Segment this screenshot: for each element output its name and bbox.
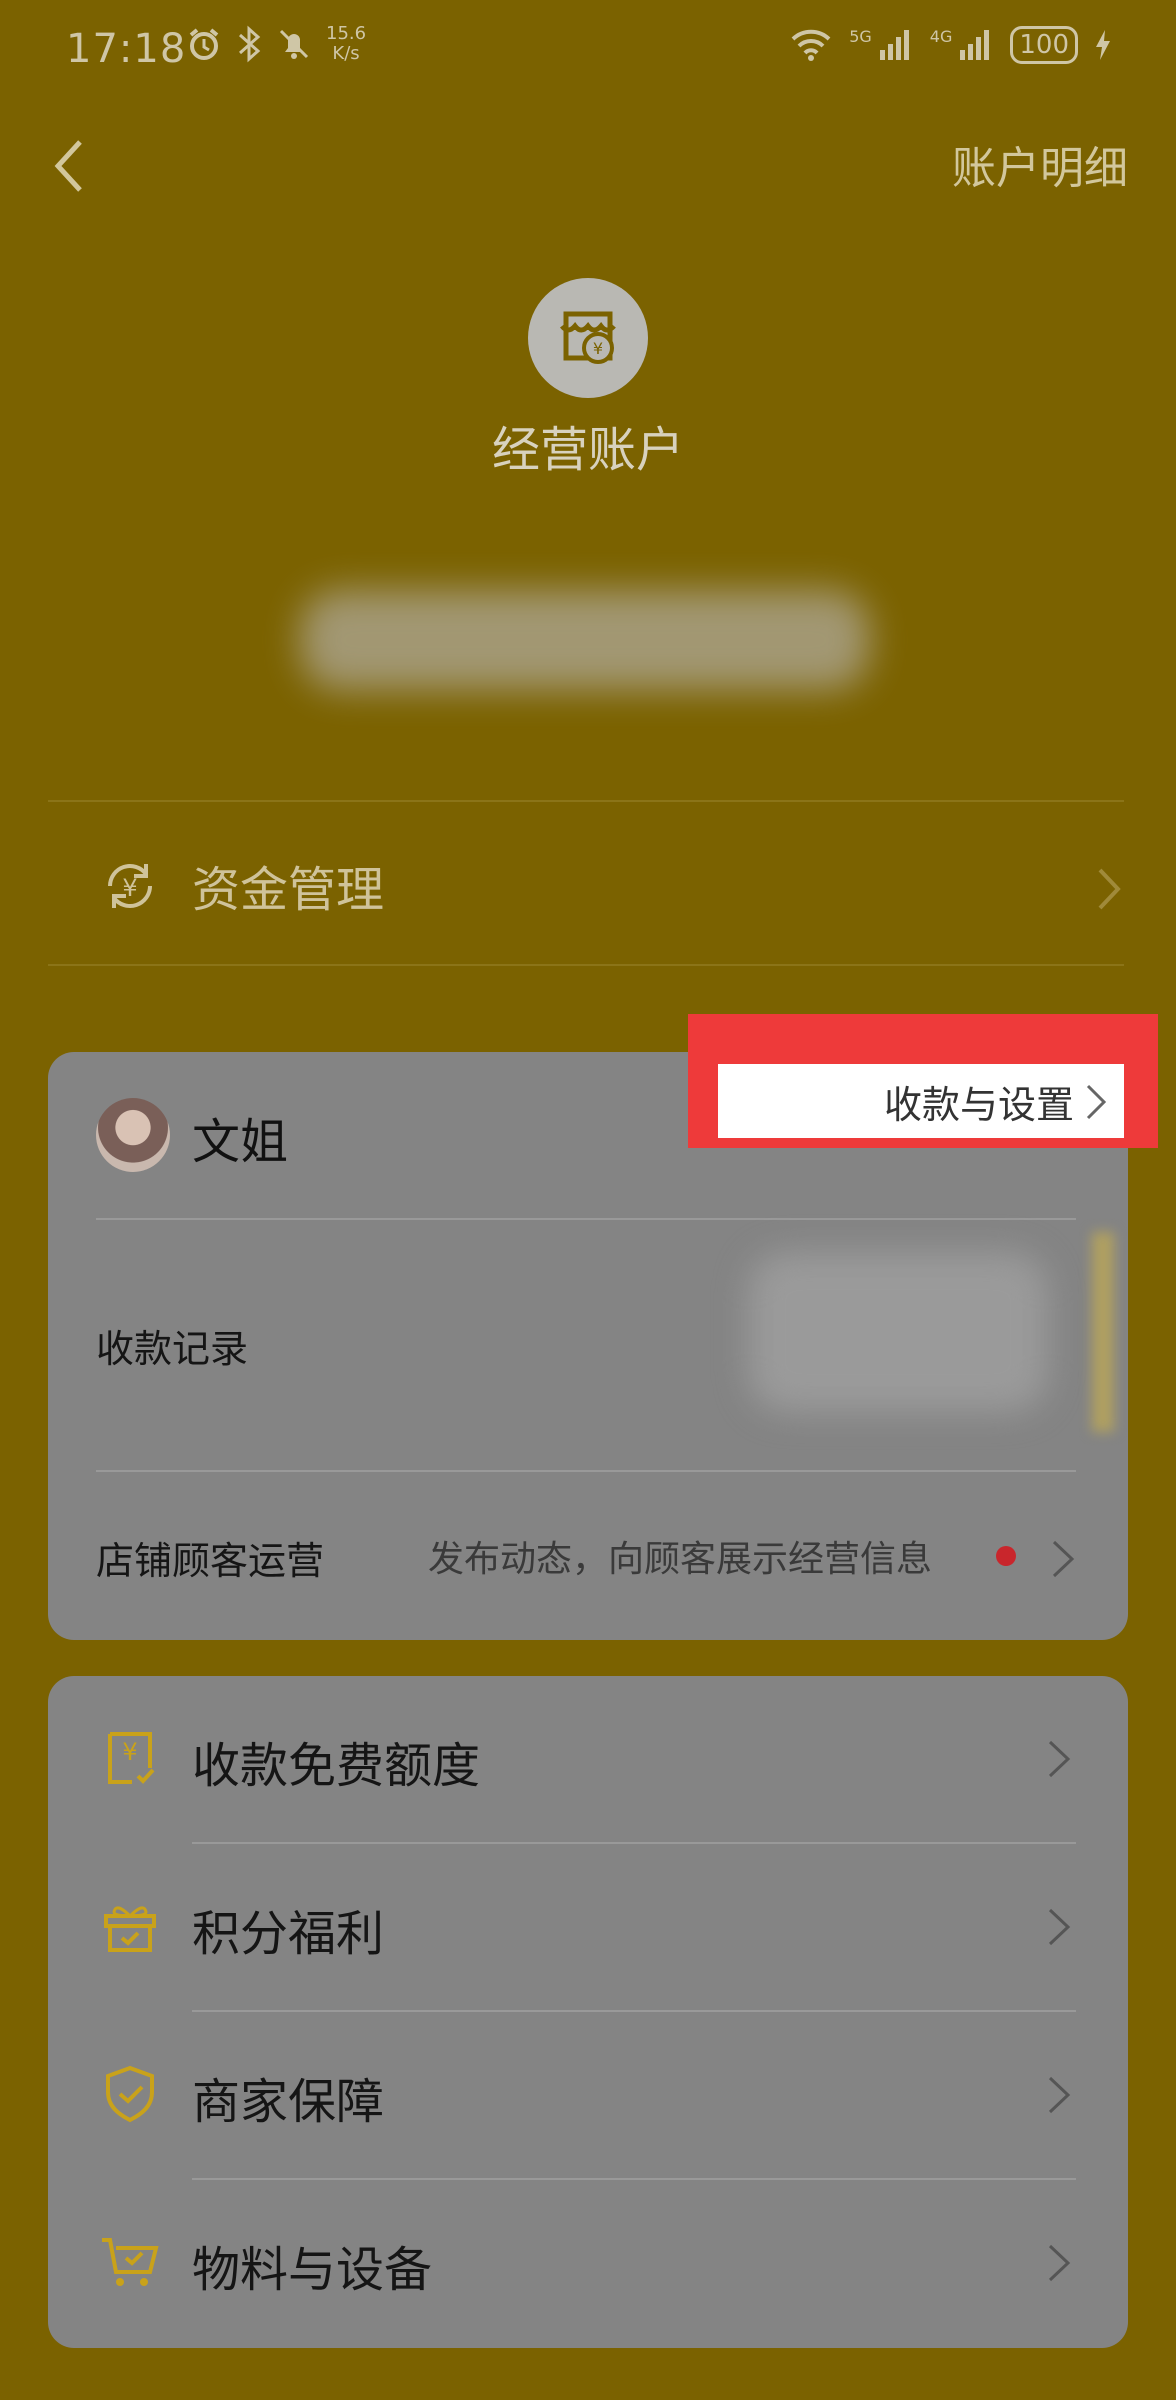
chevron-right-icon xyxy=(1086,1084,1107,1120)
records-blurred-edge xyxy=(1092,1232,1114,1432)
account-icon: ¥ xyxy=(528,278,648,398)
menu-item-materials-equipment[interactable]: 物料与设备 xyxy=(48,2180,1128,2348)
charging-icon xyxy=(1096,30,1110,60)
avatar[interactable] xyxy=(96,1098,170,1172)
menu-item-label: 商家保障 xyxy=(192,2074,385,2130)
chevron-right-icon xyxy=(1048,1908,1071,1946)
menu-item-points-welfare[interactable]: 积分福利 xyxy=(48,1844,1128,2012)
sim2-label: 4G xyxy=(929,26,953,46)
alarm-icon xyxy=(189,28,219,60)
divider xyxy=(96,1218,1076,1220)
chevron-right-icon xyxy=(1048,2076,1071,2114)
battery-indicator: 100 xyxy=(1010,26,1078,64)
services-card: ¥ 收款免费额度 积分福利 商家保障 物料与设备 xyxy=(48,1676,1128,2348)
divider xyxy=(48,800,1124,802)
back-button[interactable] xyxy=(46,136,96,196)
divider xyxy=(48,964,1124,966)
svg-text:¥: ¥ xyxy=(593,339,603,358)
merchant-card: 文姐 收款与设置 收款记录 店铺顾客运营 发布动态，向顾客展示经营信息 xyxy=(48,1014,1158,1640)
account-detail-link[interactable]: 账户明细 xyxy=(952,132,1128,196)
status-bar: 17:18 15.6 K/s 5G 4G 100 xyxy=(0,0,1176,100)
payment-settings-button[interactable]: 收款与设置 xyxy=(718,1064,1124,1138)
fund-cycle-icon: ¥ xyxy=(108,864,152,908)
customer-ops-description: 发布动态，向顾客展示经营信息 xyxy=(428,1539,933,1580)
net-speed: 15.6 K/s xyxy=(326,24,366,64)
fund-management-row[interactable]: ¥ 资金管理 xyxy=(48,820,1124,960)
menu-item-merchant-protection[interactable]: 商家保障 xyxy=(48,2012,1128,2180)
menu-item-label: 物料与设备 xyxy=(192,2242,433,2298)
payment-records-label[interactable]: 收款记录 xyxy=(96,1318,248,1373)
signal-icon xyxy=(960,30,990,60)
status-time: 17:18 xyxy=(66,26,187,72)
gift-icon xyxy=(104,1906,156,1952)
menu-item-label: 积分福利 xyxy=(192,1906,385,1962)
chevron-right-icon[interactable] xyxy=(1048,1536,1078,1582)
sim1-label: 5G xyxy=(849,26,872,46)
shop-icon: ¥ xyxy=(560,311,616,364)
mute-bell-icon xyxy=(279,29,309,59)
bluetooth-icon xyxy=(239,25,261,63)
customer-ops-label[interactable]: 店铺顾客运营 xyxy=(96,1530,324,1585)
signal-icon xyxy=(879,30,909,60)
status-left-icons: 15.6 K/s xyxy=(186,24,366,64)
divider xyxy=(96,1470,1076,1472)
chevron-right-icon xyxy=(1048,1740,1071,1778)
merchant-name: 文姐 xyxy=(192,1114,289,1170)
payment-settings-label: 收款与设置 xyxy=(883,1082,1074,1127)
menu-item-free-quota[interactable]: ¥ 收款免费额度 xyxy=(48,1676,1128,1844)
account-title: 经营账户 xyxy=(491,422,684,478)
cart-icon xyxy=(102,2238,159,2286)
chevron-right-icon xyxy=(1048,2244,1071,2282)
status-right-icons: 5G 4G 100 xyxy=(789,26,1112,64)
chevron-right-icon xyxy=(1098,868,1121,910)
records-blurred xyxy=(748,1252,1048,1412)
notification-dot xyxy=(996,1546,1016,1566)
balance-blurred xyxy=(300,590,870,690)
shield-icon xyxy=(106,2065,154,2123)
svg-text:¥: ¥ xyxy=(122,1738,137,1766)
menu-item-label: 收款免费额度 xyxy=(192,1738,481,1794)
net-speed-unit: K/s xyxy=(332,43,360,64)
fund-management-label: 资金管理 xyxy=(192,862,385,918)
svg-text:¥: ¥ xyxy=(122,874,137,902)
wifi-icon xyxy=(791,29,831,61)
net-speed-value: 15.6 xyxy=(326,23,367,44)
receipt-icon: ¥ xyxy=(108,1732,155,1784)
